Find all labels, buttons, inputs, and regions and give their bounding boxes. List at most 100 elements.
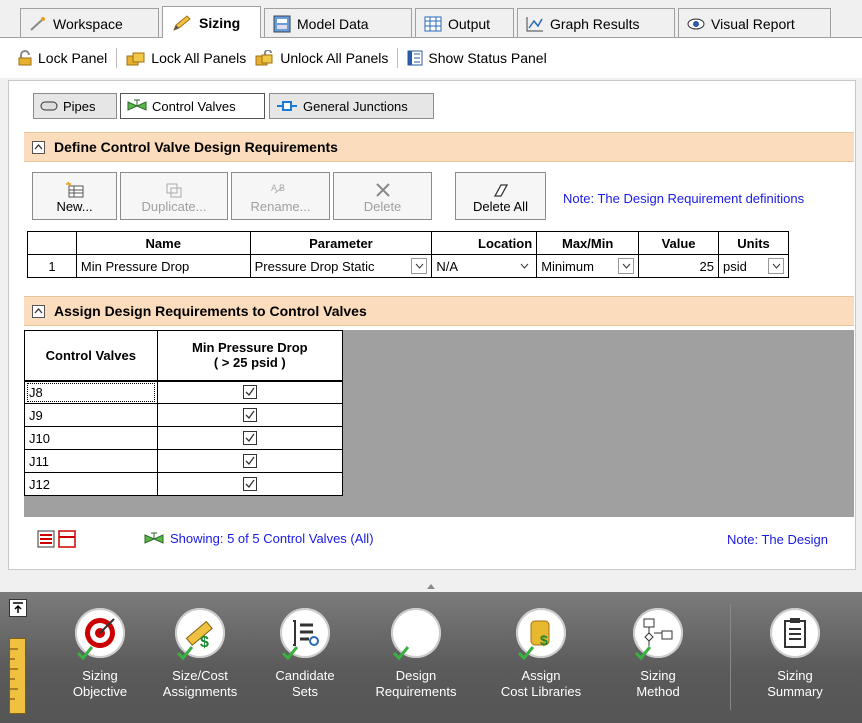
duplicate-icon xyxy=(166,183,182,198)
rename-button[interactable]: A B Rename... xyxy=(231,172,330,220)
new-button[interactable]: New... xyxy=(32,172,117,220)
sizing-objective-button[interactable]: Sizing Objective xyxy=(50,608,150,700)
design-requirement-note: Note: The Design Requirement definitions xyxy=(563,191,805,206)
tab-sizing[interactable]: Sizing xyxy=(162,6,261,38)
tab-output[interactable]: Output xyxy=(415,8,514,38)
svg-text:$: $ xyxy=(540,632,548,648)
tab-workspace[interactable]: Workspace xyxy=(20,8,159,38)
requirement-condition: ( > 25 psid ) xyxy=(213,355,286,371)
tab-label: Workspace xyxy=(53,15,123,32)
workspace-icon xyxy=(30,16,45,31)
checkbox-checked-icon[interactable] xyxy=(242,477,257,491)
subtab-general-junctions[interactable]: General Junctions xyxy=(269,93,434,119)
subtab-pipes[interactable]: Pipes xyxy=(33,93,117,119)
checkbox-checked-icon[interactable] xyxy=(242,454,257,468)
lock-all-panels-button[interactable]: Lock All Panels xyxy=(126,50,246,66)
collapse-rows-icon[interactable] xyxy=(58,530,76,548)
main-tab-strip: Workspace Sizing Model Data Output Graph… xyxy=(0,0,862,38)
expand-rows-icon[interactable] xyxy=(37,530,55,548)
table-row[interactable]: J11 xyxy=(24,449,344,473)
units-cell[interactable]: psid xyxy=(718,254,789,278)
status-panel-icon xyxy=(407,50,423,66)
sizing-summary-button[interactable]: Sizing Summary xyxy=(745,608,845,700)
steps-separator xyxy=(730,604,731,710)
units-value: psid xyxy=(723,258,747,274)
lock-panel-button[interactable]: Lock Panel xyxy=(17,50,107,66)
parameter-cell[interactable]: Pressure Drop Static xyxy=(249,254,433,278)
checkbox-checked-icon[interactable] xyxy=(242,385,257,400)
table-row[interactable]: J8 xyxy=(24,380,344,404)
step-label: Candidate xyxy=(275,668,335,683)
tab-model-data[interactable]: Model Data xyxy=(264,8,412,38)
table-row[interactable]: J9 xyxy=(24,403,344,427)
row-number: 1 xyxy=(27,254,77,278)
collapse-icon[interactable] xyxy=(32,140,45,154)
table-row[interactable]: J10 xyxy=(24,426,344,450)
check-icon xyxy=(77,646,93,660)
name-cell[interactable]: Min Pressure Drop xyxy=(75,254,251,278)
chevron-down-icon[interactable] xyxy=(768,258,784,274)
pencil-icon xyxy=(173,14,191,31)
valve-cell[interactable]: J11 xyxy=(24,449,158,473)
table-row[interactable]: J12 xyxy=(24,472,344,496)
step-label: Assignments xyxy=(162,684,238,699)
size-cost-assignments-button[interactable]: $ Size/Cost Assignments xyxy=(150,608,250,700)
step-label: Sizing xyxy=(640,668,676,683)
maxmin-cell[interactable]: Minimum xyxy=(536,254,640,278)
subtab-label: Control Valves xyxy=(152,98,236,114)
chevron-down-icon[interactable] xyxy=(411,258,428,274)
design-requirements-table: Name Parameter Location Max/Min Value Un… xyxy=(27,231,789,278)
delete-button[interactable]: Delete xyxy=(333,172,432,220)
tab-label: Graph Results xyxy=(550,15,640,32)
subtab-control-valves[interactable]: Control Valves xyxy=(120,93,265,119)
section-title: Define Control Valve Design Requirements xyxy=(54,139,338,155)
chevron-down-icon[interactable] xyxy=(618,258,635,274)
location-cell[interactable]: N/A xyxy=(431,254,538,278)
assign-cost-libraries-button[interactable]: $ Assign Cost Libraries xyxy=(491,608,591,700)
candidate-sets-button[interactable]: Candidate Sets xyxy=(255,608,355,700)
tab-visual-report[interactable]: Visual Report xyxy=(678,8,831,38)
valve-cell[interactable]: J9 xyxy=(24,403,158,427)
valve-cell[interactable]: J10 xyxy=(24,426,158,450)
tab-label: Output xyxy=(448,15,491,32)
maxmin-value: Minimum xyxy=(541,258,594,274)
valve-cell[interactable]: J8 xyxy=(24,380,158,404)
define-section-header[interactable]: Define Control Valve Design Requirements xyxy=(24,132,854,162)
design-requirements-button[interactable]: ⟨x⟩ Design Requirements xyxy=(366,608,466,700)
tab-label: Sizing xyxy=(199,14,241,31)
sizing-method-button[interactable]: Sizing Method xyxy=(608,608,708,700)
splitter-handle[interactable] xyxy=(0,580,862,592)
checkbox-cell[interactable] xyxy=(156,380,344,404)
checkbox-cell[interactable] xyxy=(156,472,344,496)
delete-all-button[interactable]: Delete All xyxy=(455,172,546,220)
checkbox-cell[interactable] xyxy=(156,403,344,427)
ruler-icon[interactable] xyxy=(9,638,26,714)
showing-status: Showing: 5 of 5 Control Valves (All) xyxy=(144,531,374,546)
lock-icon xyxy=(18,50,32,66)
valve-cell[interactable]: J12 xyxy=(24,472,158,496)
lock-panel-label: Lock Panel xyxy=(38,50,108,66)
pin-top-icon[interactable] xyxy=(9,599,27,617)
show-status-panel-button[interactable]: Show Status Panel xyxy=(407,50,547,66)
checkbox-cell[interactable] xyxy=(156,426,344,450)
step-label: Assign xyxy=(521,668,561,683)
lock-all-icon xyxy=(126,52,145,66)
step-label: Design xyxy=(395,668,437,683)
table-row[interactable]: 1 Min Pressure Drop Pressure Drop Static… xyxy=(27,254,789,278)
eraser-icon xyxy=(493,184,508,197)
checkbox-checked-icon[interactable] xyxy=(242,431,257,445)
subtab-label: General Junctions xyxy=(303,98,408,114)
checkbox-checked-icon[interactable] xyxy=(242,408,257,422)
chevron-down-icon[interactable] xyxy=(516,258,532,274)
delete-label: Delete xyxy=(363,199,402,214)
assign-section-header[interactable]: Assign Design Requirements to Control Va… xyxy=(24,296,854,326)
column-header: Name xyxy=(75,231,251,255)
unlock-all-panels-button[interactable]: Unlock All Panels xyxy=(255,50,388,66)
collapse-icon[interactable] xyxy=(32,304,45,318)
duplicate-button[interactable]: Duplicate... xyxy=(120,172,228,220)
checkbox-cell[interactable] xyxy=(156,449,344,473)
column-header: Location xyxy=(431,231,538,255)
rename-label: Rename... xyxy=(250,199,311,214)
tab-graph-results[interactable]: Graph Results xyxy=(517,8,675,38)
value-cell[interactable]: 25 xyxy=(638,254,719,278)
